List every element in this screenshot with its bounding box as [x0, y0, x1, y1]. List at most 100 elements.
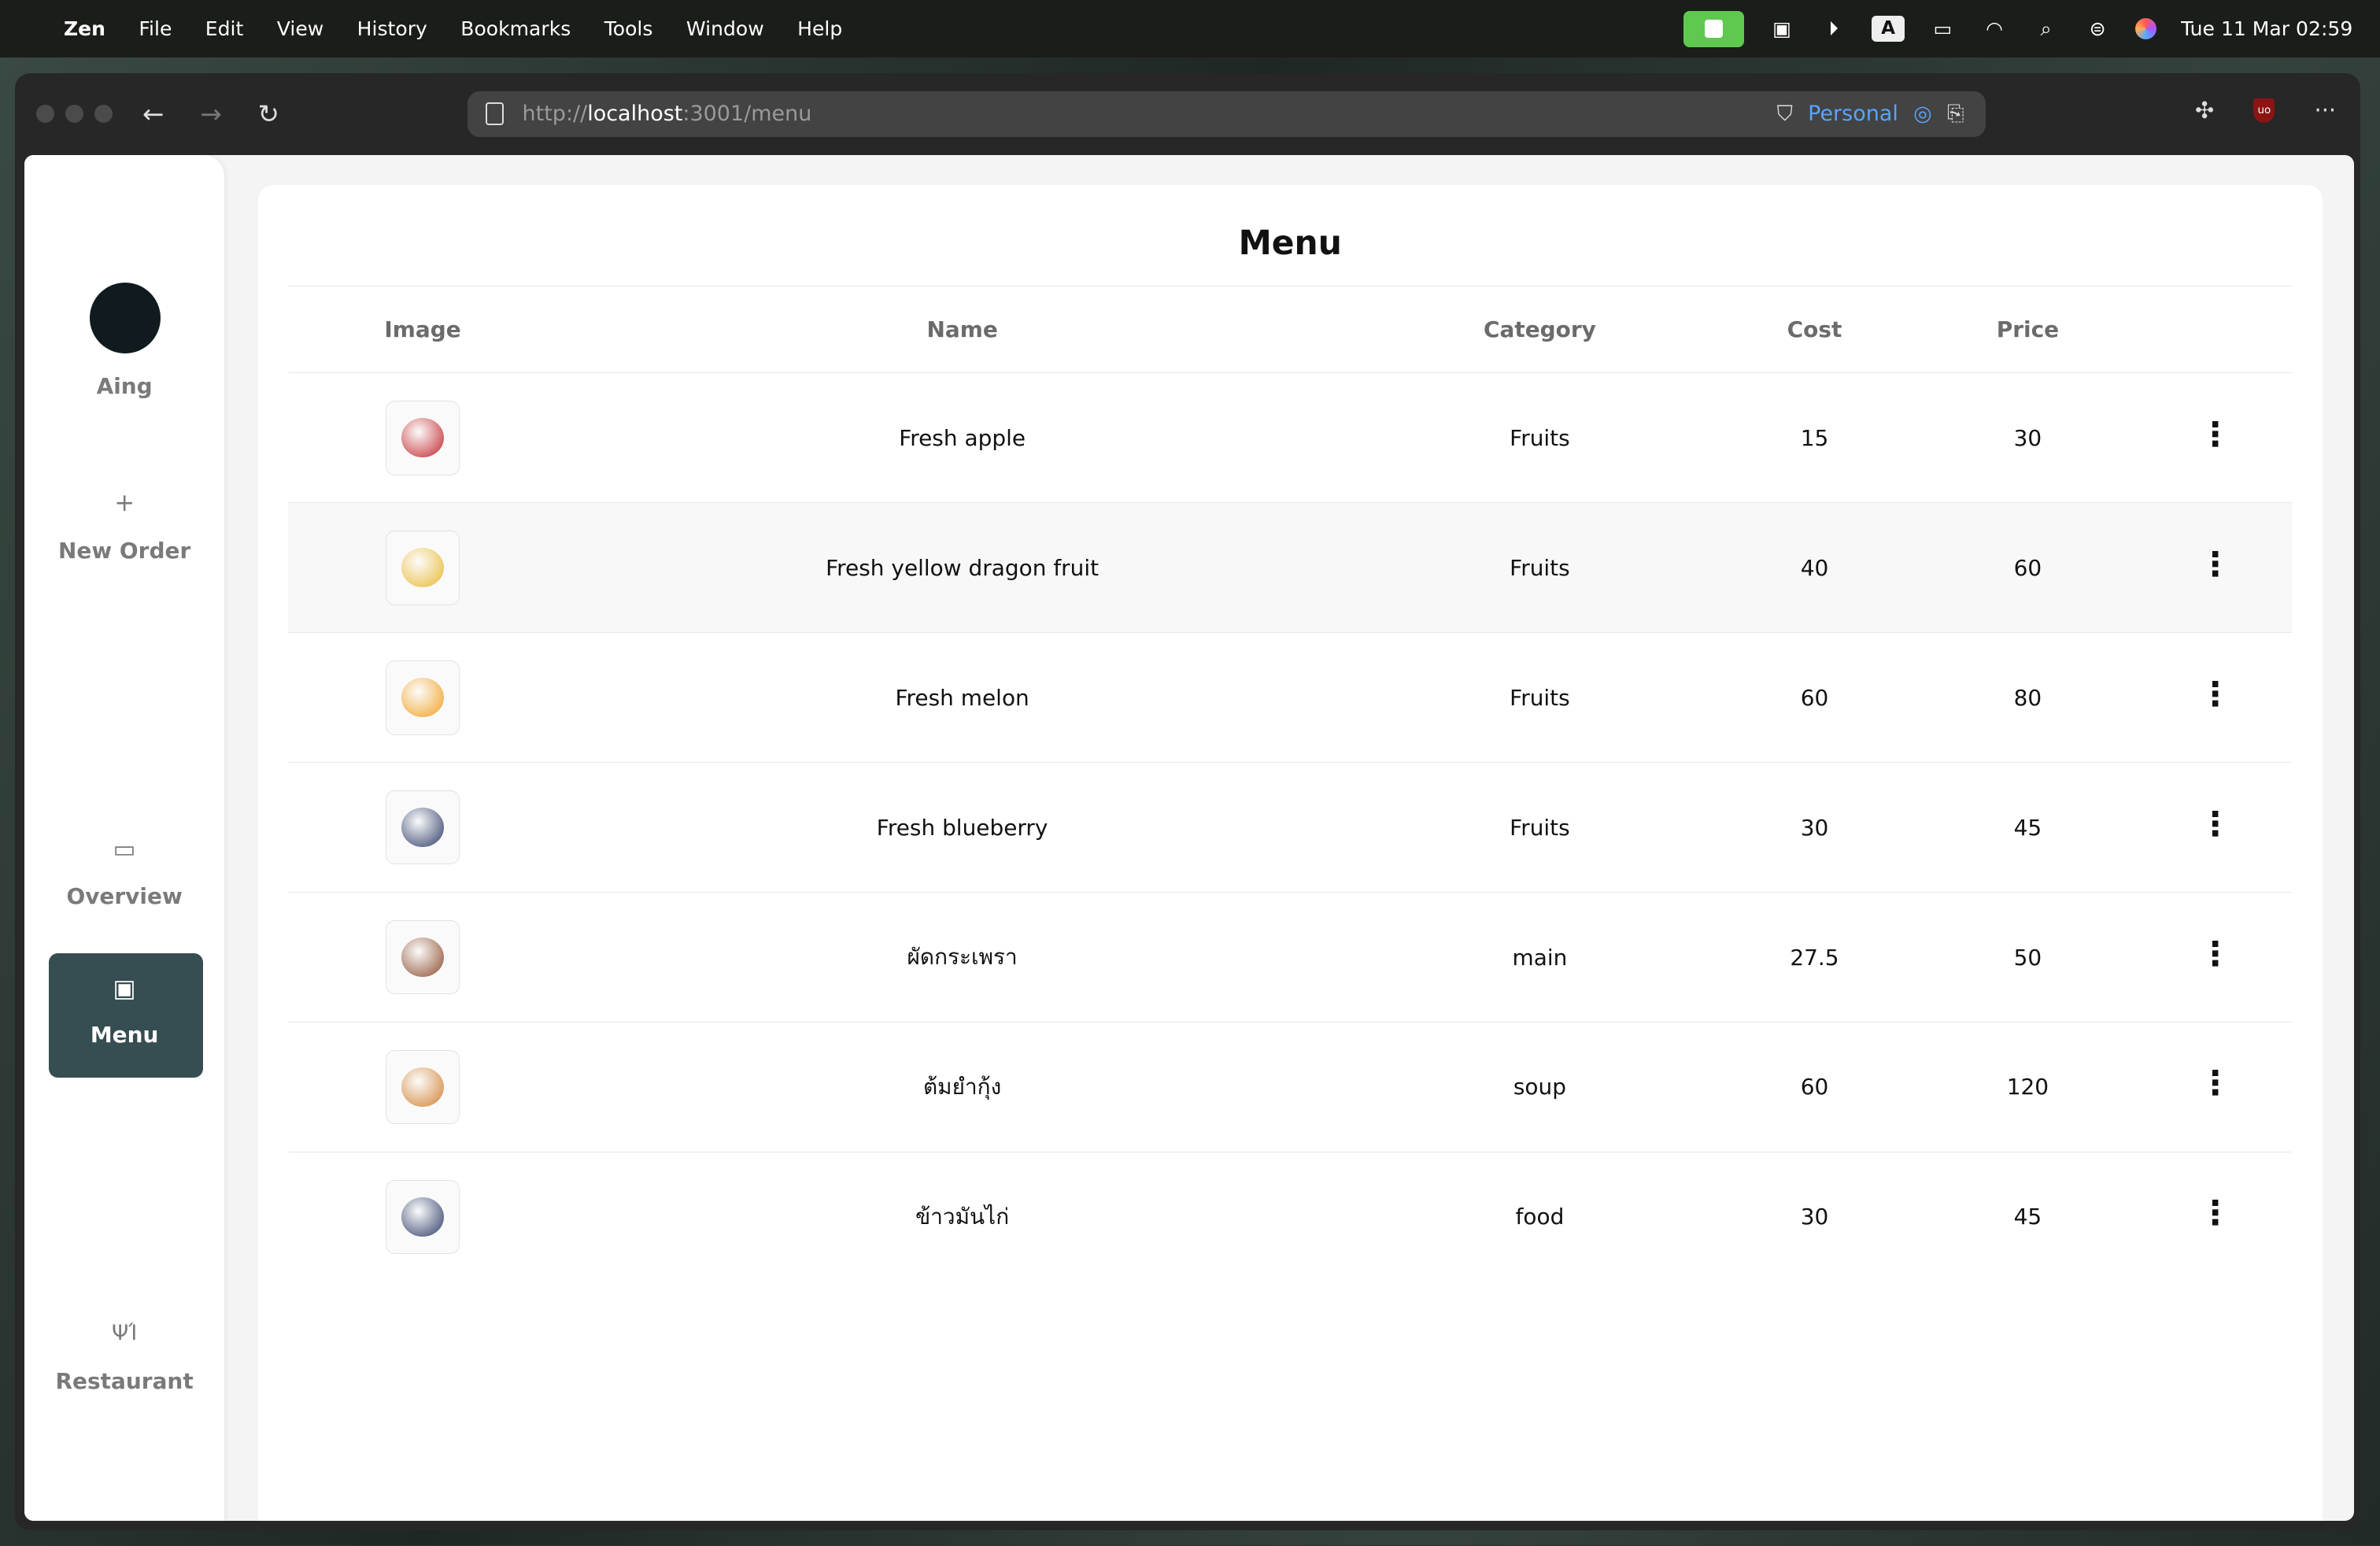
url-bar[interactable]: http://localhost:3001/menu ⛉ Personal ◎ …	[467, 91, 1986, 137]
menu-tools[interactable]: Tools	[604, 17, 653, 40]
table-row: Fresh blueberry Fruits 30 45 ⋮	[288, 762, 2293, 893]
col-name: Name	[556, 285, 1368, 374]
item-image	[385, 401, 460, 475]
control-center-icon[interactable]: ⊜	[2084, 18, 2112, 39]
actions-cell: ⋮	[2138, 372, 2293, 504]
item-price: 30	[1916, 372, 2139, 504]
actions-cell: ⋮	[2138, 1022, 2293, 1152]
kebab-menu-icon[interactable]: ⋮	[2198, 935, 2231, 974]
window-controls	[36, 105, 113, 124]
fingerprint-icon[interactable]: ◎	[1913, 102, 1932, 126]
url-text[interactable]: http://localhost:3001/menu	[523, 102, 812, 126]
plus-icon[interactable]: +	[24, 489, 225, 517]
bookmark-icon[interactable]: ⎘	[1947, 102, 1964, 127]
item-image	[385, 790, 460, 865]
battery-icon[interactable]: ▭	[1929, 18, 1957, 39]
menu-file[interactable]: File	[139, 17, 172, 40]
item-image	[385, 660, 460, 735]
food-thumbnail	[401, 548, 445, 588]
item-category: main	[1367, 892, 1713, 1023]
avatar[interactable]	[89, 282, 161, 354]
food-thumbnail	[401, 1196, 445, 1237]
item-cost: 30	[1712, 762, 1917, 893]
kebab-menu-icon[interactable]: ⋮	[2198, 805, 2231, 844]
sidebar-item-menu-label[interactable]: Menu	[24, 1022, 225, 1048]
sidebar-item-new-order[interactable]: New Order	[24, 538, 225, 564]
utensils-icon[interactable]: ΨΊ	[24, 1321, 225, 1345]
menu-view[interactable]: View	[277, 17, 323, 40]
col-image: Image	[288, 285, 557, 374]
item-name: Fresh apple	[556, 372, 1368, 504]
display-icon[interactable]: ▣	[1768, 18, 1796, 39]
image-cell	[288, 632, 557, 764]
item-image	[385, 919, 460, 995]
profile-label[interactable]: Personal	[1808, 102, 1898, 126]
book-icon[interactable]: ▣	[24, 975, 225, 1003]
forward-arrow-icon[interactable]: →	[194, 99, 227, 129]
menu-window[interactable]: Window	[686, 17, 764, 40]
more-options-icon[interactable]: ···	[2315, 97, 2337, 124]
clock[interactable]: Tue 11 Mar 02:59	[2181, 17, 2352, 40]
browser-toolbar: ← → ↻ http://localhost:3001/menu ⛉ Perso…	[15, 73, 2360, 155]
facetime-camera-icon[interactable]	[1683, 10, 1744, 47]
sidebar-item-overview[interactable]: Overview	[24, 883, 225, 909]
extensions-puzzle-icon[interactable]: ✣	[2195, 97, 2214, 124]
menu-card: Menu Image Name Category Cost Price Fres…	[257, 185, 2323, 1522]
menu-edit[interactable]: Edit	[205, 17, 244, 40]
food-thumbnail	[401, 678, 445, 718]
item-category: Fruits	[1367, 762, 1713, 893]
food-thumbnail	[401, 937, 445, 978]
kebab-menu-icon[interactable]: ⋮	[2198, 416, 2231, 454]
close-window-button[interactable]	[36, 105, 55, 124]
zoom-window-button[interactable]	[94, 105, 113, 124]
sidebar-item-menu[interactable]	[48, 953, 204, 1078]
item-price: 120	[1916, 1022, 2139, 1152]
sidebar-item-restaurant[interactable]: Restaurant	[24, 1368, 225, 1394]
app-menu[interactable]: Zen	[64, 17, 105, 40]
back-arrow-icon[interactable]: ←	[137, 99, 170, 129]
actions-cell: ⋮	[2138, 1152, 2292, 1281]
food-thumbnail	[401, 808, 445, 848]
col-category: Category	[1367, 285, 1713, 374]
col-actions	[2138, 285, 2293, 374]
image-cell	[288, 1152, 556, 1281]
item-price: 60	[1916, 502, 2139, 634]
item-image	[385, 1049, 460, 1125]
table-row: Fresh melon Fruits 60 80 ⋮	[288, 632, 2293, 764]
item-price: 50	[1916, 892, 2139, 1023]
image-cell	[288, 372, 557, 504]
item-name: Fresh melon	[556, 632, 1368, 764]
item-cost: 15	[1712, 372, 1917, 504]
menu-history[interactable]: History	[357, 17, 427, 40]
input-source-icon[interactable]: A	[1871, 16, 1905, 43]
kebab-menu-icon[interactable]: ⋮	[2198, 1064, 2231, 1103]
shield-icon[interactable]: ⛉	[1777, 102, 1793, 127]
menu-help[interactable]: Help	[797, 17, 842, 40]
wifi-icon[interactable]: ◠	[1981, 18, 2009, 39]
web-page: Aing + New Order ▭ Overview ▣ Menu ΨΊ Re…	[24, 154, 2355, 1522]
image-cell	[288, 892, 557, 1023]
food-thumbnail	[401, 418, 445, 458]
play-icon[interactable]: ⏵	[1820, 18, 1847, 39]
ublock-icon[interactable]: uo	[2253, 98, 2275, 123]
item-price: 45	[1916, 762, 2139, 893]
item-name: ข้าวมันไก่	[915, 1203, 1010, 1230]
laptop-icon[interactable]: ▭	[24, 835, 225, 864]
minimize-window-button[interactable]	[65, 105, 84, 124]
image-cell	[288, 762, 557, 893]
col-price: Price	[1916, 285, 2139, 374]
kebab-menu-icon[interactable]: ⋮	[2198, 675, 2231, 714]
item-name: Fresh yellow dragon fruit	[556, 502, 1368, 634]
item-cost: 60	[1712, 1022, 1917, 1152]
menu-bookmarks[interactable]: Bookmarks	[460, 17, 571, 40]
item-price: 80	[1916, 632, 2139, 764]
actions-cell: ⋮	[2138, 892, 2293, 1023]
siri-icon[interactable]	[2135, 18, 2157, 40]
kebab-menu-icon[interactable]: ⋮	[2198, 546, 2231, 584]
item-cost: 30	[1800, 1204, 1829, 1230]
reload-icon[interactable]: ↻	[252, 99, 285, 129]
kebab-menu-icon[interactable]: ⋮	[2198, 1194, 2231, 1233]
search-icon[interactable]: ⌕	[2032, 18, 2060, 39]
item-category: Fruits	[1367, 372, 1713, 504]
item-category: soup	[1367, 1022, 1713, 1152]
